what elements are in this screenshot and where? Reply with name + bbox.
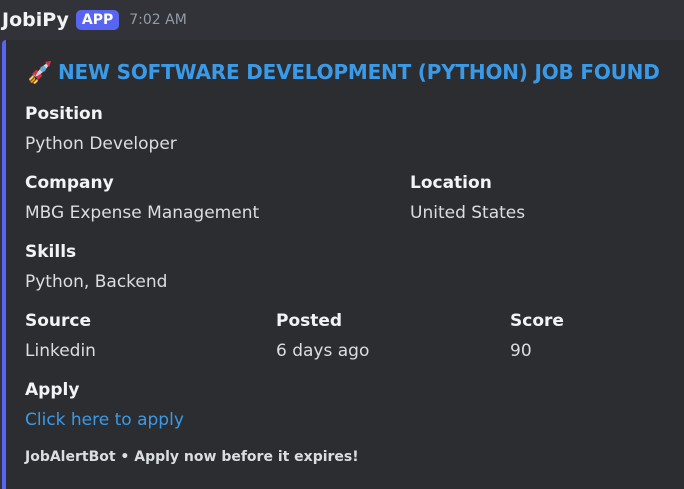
field-company: Company MBG Expense Management — [25, 173, 259, 223]
field-value: MBG Expense Management — [25, 203, 260, 223]
message-timestamp[interactable]: 7:02 AM — [129, 12, 187, 28]
message-header: JobiPy APP 7:02 AM — [2, 6, 187, 34]
author-username[interactable]: JobiPy — [2, 9, 69, 31]
field-name: Location — [410, 173, 492, 193]
embed-footer: JobAlertBot • Apply now before it expire… — [25, 449, 359, 465]
field-name: Skills — [25, 242, 77, 262]
field-score: Score 90 — [510, 311, 564, 361]
field-name: Score — [510, 311, 564, 331]
embed-title: NEW SOFTWARE DEVELOPMENT (PYTHON) JOB FO… — [26, 58, 660, 86]
apply-link[interactable]: Click here to apply — [25, 410, 184, 430]
field-value: Python Developer — [25, 134, 177, 154]
field-name: Source — [25, 311, 92, 331]
bot-message: JobiPy APP 7:02 AM NEW SOFTWARE DEVELOPM… — [0, 0, 684, 489]
rocket-icon — [29, 61, 51, 84]
field-position: Position Python Developer — [25, 104, 177, 154]
embed-title-link[interactable]: NEW SOFTWARE DEVELOPMENT (PYTHON) JOB FO… — [58, 60, 660, 84]
field-value: United States — [410, 203, 526, 223]
field-name: Position — [25, 104, 103, 124]
field-name: Posted — [276, 311, 343, 331]
field-value: 6 days ago — [276, 341, 370, 361]
field-value: Linkedin — [25, 341, 96, 361]
field-source: Source Linkedin — [25, 311, 96, 361]
field-value: 90 — [510, 341, 532, 361]
field-value: Python, Backend — [25, 272, 168, 292]
field-name: Apply — [25, 380, 80, 400]
field-location: Location United States — [410, 173, 525, 223]
app-badge: APP — [75, 10, 120, 30]
field-posted: Posted 6 days ago — [276, 311, 369, 361]
job-embed: NEW SOFTWARE DEVELOPMENT (PYTHON) JOB FO… — [2, 40, 684, 489]
field-apply: Apply Click here to apply — [25, 380, 184, 430]
field-name: Company — [25, 173, 114, 193]
field-skills: Skills Python, Backend — [25, 242, 167, 292]
